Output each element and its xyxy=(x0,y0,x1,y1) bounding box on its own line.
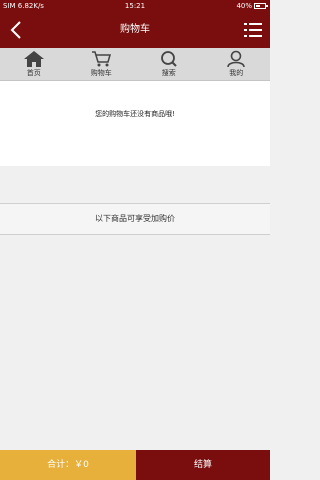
battery-status: 40% xyxy=(236,0,268,12)
status-time: 15:21 xyxy=(124,2,146,10)
tab-home-label: 首页 xyxy=(26,69,41,77)
checkout-bar: 合计：￥0 结算 xyxy=(0,450,270,480)
tab-bar: 首页 购物车 搜索 我的 xyxy=(0,48,270,81)
battery-icon xyxy=(254,3,268,9)
menu-button[interactable] xyxy=(241,18,265,42)
tab-cart[interactable]: 购物车 xyxy=(68,48,136,80)
checkout-button[interactable]: 结算 xyxy=(136,450,270,480)
promo-text: 以下商品可享受加购价 xyxy=(95,214,175,223)
page-title: 购物车 xyxy=(120,24,150,35)
search-icon xyxy=(160,51,177,67)
total-amount: 合计：￥0 xyxy=(0,450,136,480)
promo-banner: 以下商品可享受加购价 xyxy=(0,203,270,235)
tab-home[interactable]: 首页 xyxy=(0,48,68,80)
nav-bar: 购物车 xyxy=(0,12,270,48)
status-bar: SIM 6.82K/s 15:21 40% xyxy=(0,0,270,12)
cart-icon xyxy=(92,51,112,67)
battery-percent: 40% xyxy=(236,2,252,10)
tab-search-label: 搜索 xyxy=(161,69,176,77)
empty-cart-message: 您的购物车还没有商品哦! xyxy=(95,110,175,118)
list-icon xyxy=(244,23,262,37)
home-icon xyxy=(23,51,44,67)
tab-search[interactable]: 搜索 xyxy=(135,48,203,80)
user-icon xyxy=(227,50,246,68)
tab-cart-label: 购物车 xyxy=(90,69,112,77)
tab-profile-label: 我的 xyxy=(229,69,244,77)
tab-profile[interactable]: 我的 xyxy=(203,48,271,80)
cart-empty-panel: 您的购物车还没有商品哦! xyxy=(0,81,270,166)
